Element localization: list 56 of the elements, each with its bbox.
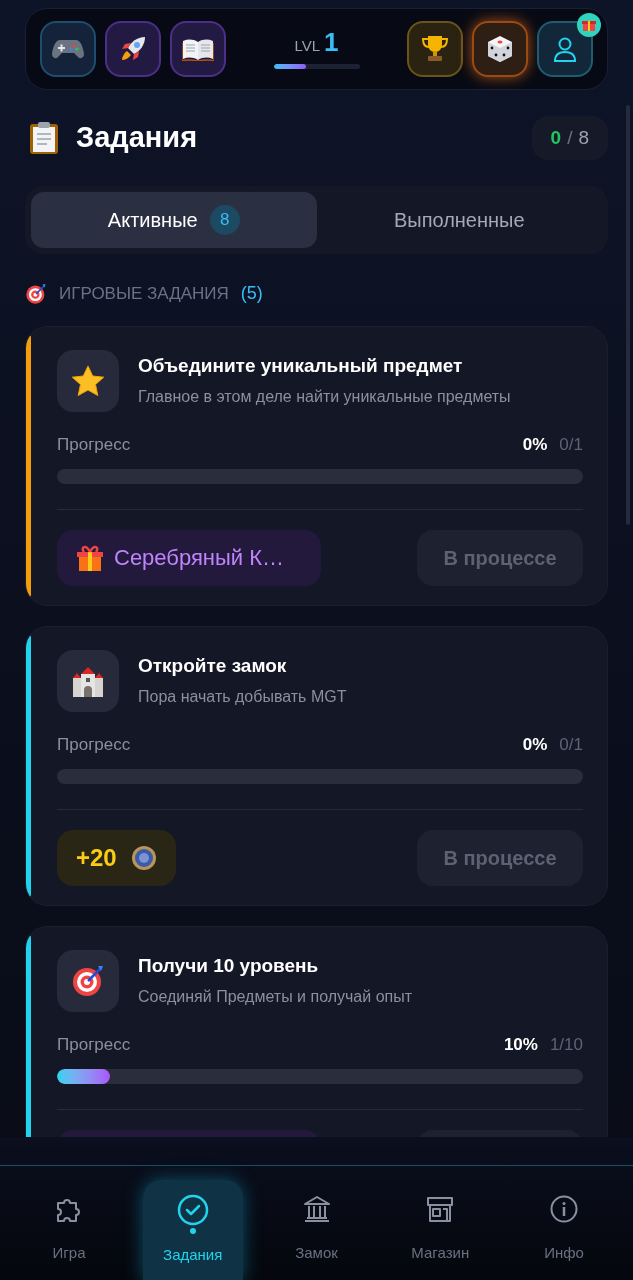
- level-label: LVL: [294, 36, 321, 57]
- tab[interactable]: Активные 8: [31, 192, 317, 248]
- progress-count: 0/1: [559, 434, 583, 456]
- gamepad-button[interactable]: [40, 21, 96, 77]
- user-button[interactable]: [537, 21, 593, 77]
- progress-percent: 10%: [503, 1034, 538, 1056]
- task-title: Откройте замок: [138, 654, 288, 678]
- gift-icon: [76, 543, 104, 572]
- rocket-button[interactable]: [105, 21, 161, 77]
- task-description: Соединяй Предметы и получай опыт: [138, 986, 412, 1007]
- gift-icon: [582, 18, 596, 32]
- target-icon: [25, 282, 47, 305]
- user-icon: [553, 36, 577, 62]
- dice-icon: [485, 34, 515, 64]
- task-title: Объедините уникальный предмет: [138, 354, 464, 378]
- check-circle-icon: [176, 1194, 209, 1226]
- trophy-icon: [420, 34, 450, 64]
- count-badge: 8: [209, 205, 240, 235]
- tab[interactable]: Выполненные: [316, 192, 602, 248]
- progress-label: Прогресс: [57, 1034, 131, 1056]
- nav-tab[interactable]: Замок: [266, 1180, 367, 1280]
- nav-tab[interactable]: Задания: [142, 1180, 243, 1280]
- section-count: (5): [240, 282, 263, 305]
- nav-tab[interactable]: Магазин: [390, 1180, 491, 1280]
- status-button[interactable]: В процессе: [417, 529, 583, 586]
- star-icon: [71, 365, 105, 397]
- page-title: Задания: [76, 120, 198, 156]
- dice-button[interactable]: [472, 21, 528, 77]
- clipboard-icon: [29, 121, 59, 155]
- coin-icon: [130, 844, 157, 871]
- progress-label: Прогресс: [57, 434, 131, 456]
- section-title: ИГРОВЫЕ ЗАДАНИЯ: [59, 282, 229, 305]
- gamepad-icon: [52, 38, 84, 60]
- progress-count: 1/10: [549, 1034, 583, 1056]
- progress-percent: 0%: [522, 734, 548, 756]
- target-icon: [71, 964, 105, 998]
- task-description: Главное в этом деле найти уникальные предметы: [138, 386, 511, 407]
- info-icon: [549, 1194, 579, 1224]
- castle-icon: [70, 664, 106, 698]
- status-button[interactable]: В процессе: [417, 829, 583, 886]
- book-button[interactable]: [170, 21, 226, 77]
- trophy-button[interactable]: [407, 21, 463, 77]
- progress-count: 0/1: [559, 734, 583, 756]
- level-value: 1: [324, 29, 339, 56]
- reward-badge: +20: [57, 829, 176, 886]
- book-icon: [182, 37, 214, 61]
- store-icon: [425, 1194, 456, 1224]
- reward-badge: Серебряный К…: [57, 529, 321, 586]
- task-description: Пора начать добывать MGT: [138, 686, 347, 707]
- completed-counter: 0 / 8: [531, 116, 608, 160]
- bank-icon: [301, 1194, 332, 1224]
- nav-tab[interactable]: Инфо: [514, 1180, 614, 1280]
- nav-tab[interactable]: Игра: [19, 1180, 119, 1280]
- progress-label: Прогресс: [57, 734, 131, 756]
- progress-percent: 0%: [522, 434, 548, 456]
- task-title: Получи 10 уровень: [138, 954, 320, 978]
